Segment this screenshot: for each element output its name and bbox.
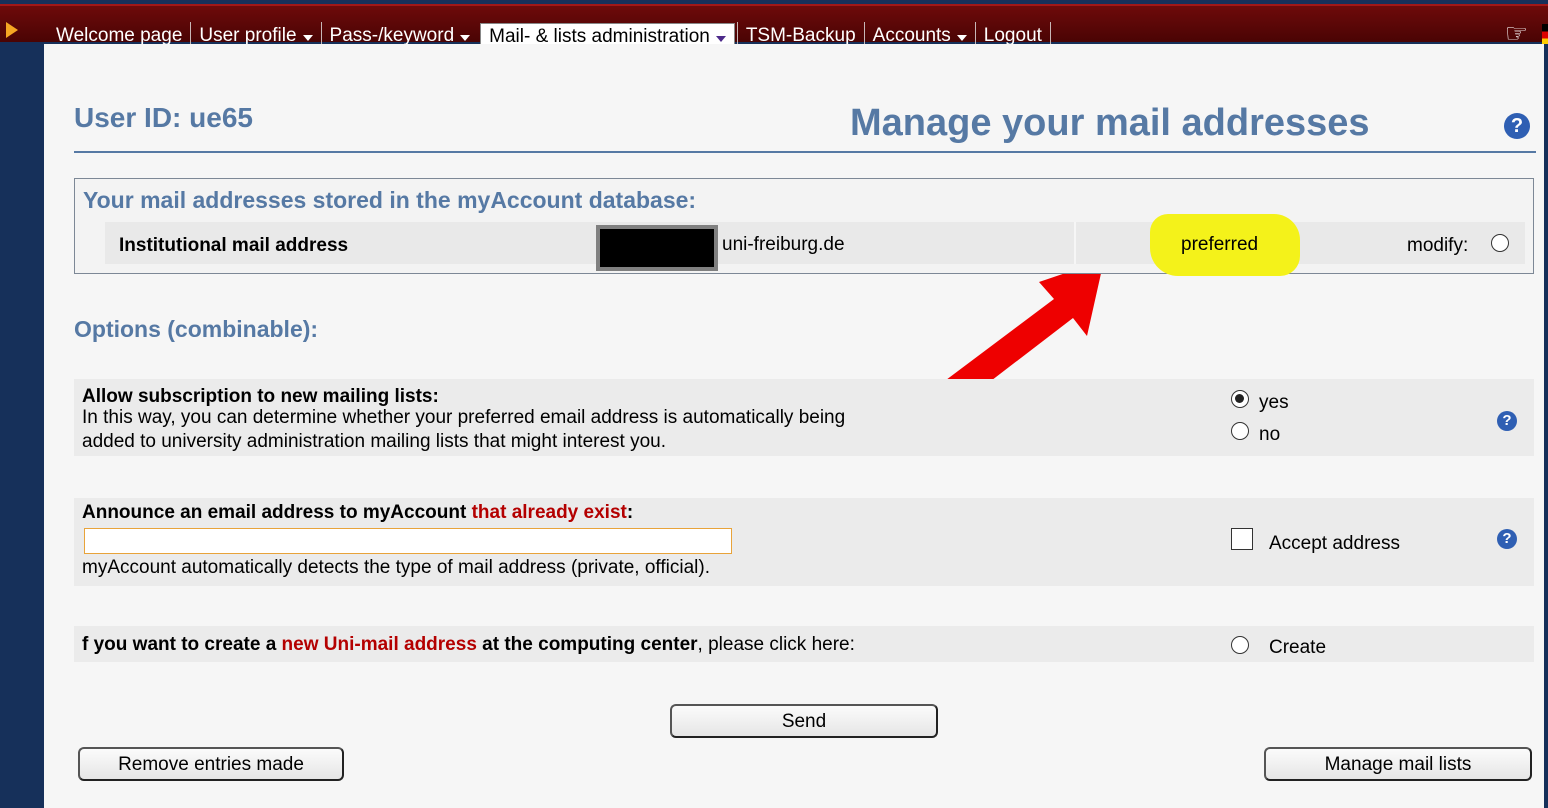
option-control-cell: yes no bbox=[1221, 379, 1465, 456]
description-line: added to university administration maili… bbox=[82, 431, 666, 452]
option-description: myAccount automatically detects the type… bbox=[82, 557, 710, 578]
option-description-cell: Announce an email address to myAccount t… bbox=[74, 498, 1207, 586]
title-text: : bbox=[626, 502, 634, 523]
accept-address-checkbox[interactable] bbox=[1231, 528, 1253, 550]
nav-arrow-icon bbox=[6, 22, 18, 38]
subscription-option: Allow subscription to new mailing lists:… bbox=[74, 379, 1534, 456]
address-domain: uni-freiburg.de bbox=[722, 234, 845, 255]
modify-label: modify: bbox=[1407, 235, 1469, 256]
option-description-cell: f you want to create a new Uni-mail addr… bbox=[74, 626, 1207, 662]
manage-mail-lists-button[interactable]: Manage mail lists bbox=[1264, 747, 1532, 781]
announce-option: Announce an email address to myAccount t… bbox=[74, 498, 1534, 586]
preferred-status: preferred bbox=[1181, 234, 1259, 255]
create-text-part: at the computing center bbox=[476, 634, 698, 655]
option-help-cell: ? bbox=[1479, 379, 1534, 456]
left-frame bbox=[0, 44, 44, 808]
help-icon[interactable]: ? bbox=[1497, 411, 1517, 431]
chevron-down-icon bbox=[956, 35, 967, 41]
email-input[interactable] bbox=[84, 528, 732, 554]
accept-address-label: Accept address bbox=[1269, 533, 1400, 554]
mail-address-row: Institutional mail address uni-freiburg.… bbox=[105, 214, 1525, 276]
title-text: Announce an email address to myAccount bbox=[82, 502, 472, 523]
column-divider bbox=[1074, 222, 1076, 264]
main-content: User ID: ue65 Manage your mail addresses… bbox=[44, 44, 1544, 808]
option-control-cell: Create bbox=[1221, 626, 1534, 662]
option-description: In this way, you can determine whether y… bbox=[82, 406, 845, 454]
chevron-down-icon bbox=[302, 35, 313, 41]
nav-bar: Welcome page User profile Pass-/keyword … bbox=[0, 4, 1548, 51]
chevron-down-icon bbox=[460, 35, 471, 41]
subscription-yes-radio[interactable] bbox=[1231, 390, 1249, 408]
title-divider bbox=[74, 151, 1536, 153]
panel-heading: Your mail addresses stored in the myAcco… bbox=[83, 187, 697, 213]
mail-addresses-panel: Your mail addresses stored in the myAcco… bbox=[74, 178, 1534, 276]
create-label: Create bbox=[1269, 637, 1327, 658]
option-title: Allow subscription to new mailing lists: bbox=[82, 386, 439, 407]
create-text-highlight: new Uni-mail address bbox=[281, 634, 477, 655]
help-icon[interactable]: ? bbox=[1504, 113, 1530, 139]
options-heading: Options (combinable): bbox=[74, 316, 319, 342]
no-label: no bbox=[1259, 424, 1281, 445]
subscription-no-radio[interactable] bbox=[1231, 422, 1249, 440]
german-flag-icon[interactable] bbox=[1542, 24, 1548, 46]
create-option: f you want to create a new Uni-mail addr… bbox=[74, 626, 1534, 662]
help-icon[interactable]: ? bbox=[1497, 529, 1517, 549]
create-text: f you want to create a new Uni-mail addr… bbox=[82, 634, 855, 656]
option-help-cell: ? bbox=[1479, 498, 1534, 586]
send-button[interactable]: Send bbox=[670, 704, 938, 738]
page-title: Manage your mail addresses bbox=[850, 102, 1370, 144]
option-description-cell: Allow subscription to new mailing lists:… bbox=[74, 379, 1207, 456]
pointing-hand-icon[interactable]: ☞ bbox=[1505, 20, 1528, 46]
right-frame bbox=[1544, 44, 1548, 808]
redacted-block bbox=[596, 225, 718, 271]
option-title: Announce an email address to myAccount t… bbox=[82, 502, 633, 524]
chevron-down-icon bbox=[715, 36, 726, 42]
description-line: In this way, you can determine whether y… bbox=[82, 407, 846, 428]
create-radio[interactable] bbox=[1231, 636, 1249, 654]
yes-label: yes bbox=[1259, 392, 1289, 413]
create-text-part: , please click here: bbox=[697, 634, 855, 655]
option-control-cell: Accept address bbox=[1221, 498, 1465, 586]
remove-entries-button[interactable]: Remove entries made bbox=[78, 747, 344, 781]
top-frame: Welcome page User profile Pass-/keyword … bbox=[0, 0, 1548, 51]
user-id: User ID: ue65 bbox=[74, 102, 253, 133]
address-type-label: Institutional mail address bbox=[119, 235, 349, 256]
modify-radio[interactable] bbox=[1491, 234, 1509, 252]
create-text-part: f you want to create a bbox=[82, 634, 282, 655]
title-highlight: that already exist bbox=[471, 502, 627, 523]
